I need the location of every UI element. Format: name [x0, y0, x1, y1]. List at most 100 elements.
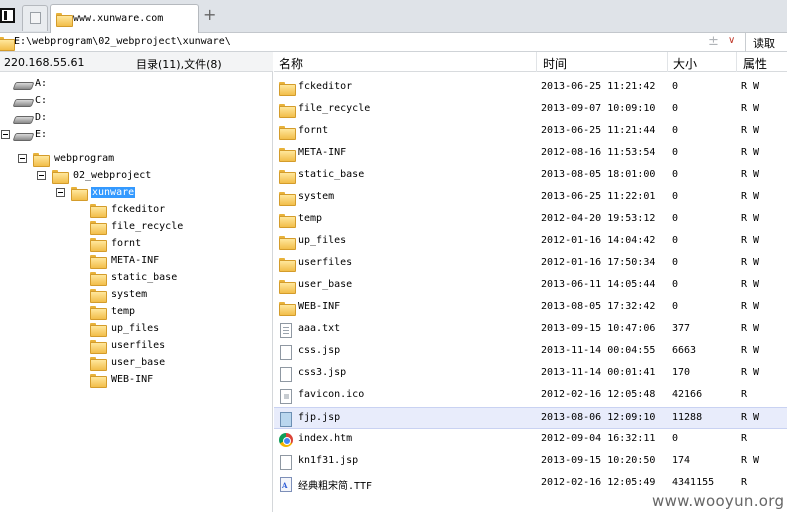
file-row[interactable]: css3.jsp 2013-11-14 00:01:41 170 R W: [274, 363, 787, 385]
tree-folder[interactable]: user_base: [0, 355, 272, 371]
folder-icon: [90, 221, 107, 235]
file-row[interactable]: fornt 2013-06-25 11:21:44 0 R W: [274, 121, 787, 143]
file-name: fornt: [298, 125, 329, 136]
new-tab-button[interactable]: +: [203, 7, 216, 23]
tree-item-label: webprogram: [54, 153, 115, 164]
column-divider[interactable]: [736, 52, 737, 72]
tree-item-label: fckeditor: [111, 204, 166, 215]
file-attributes: R W: [741, 147, 760, 158]
file-icon-slot: [279, 433, 294, 447]
file-row[interactable]: userfiles 2012-01-16 17:50:34 0 R W: [274, 253, 787, 275]
tree-folder[interactable]: system: [0, 287, 272, 303]
tree-folder[interactable]: xunware: [0, 185, 272, 201]
read-button[interactable]: 读取: [753, 35, 775, 51]
address-dropdown-icon[interactable]: ∨: [728, 35, 735, 46]
drive-icon: [14, 131, 31, 140]
tree-folder[interactable]: up_files: [0, 321, 272, 337]
folder-icon: [90, 255, 107, 269]
address-input[interactable]: E:\webprogram\02_webproject\xunware\: [14, 36, 231, 47]
file-list-header: 名称 时间 大小 属性: [274, 52, 787, 72]
file-row[interactable]: user_base 2013-06-11 14:05:44 0 R W: [274, 275, 787, 297]
file-size: 6663: [672, 345, 697, 356]
file-icon-slot: [279, 214, 296, 228]
file-row[interactable]: temp 2012-04-20 19:53:12 0 R W: [274, 209, 787, 231]
file-icon-slot: [279, 455, 294, 470]
tree-drive[interactable]: D:: [0, 110, 272, 126]
file-time: 2013-09-07 10:09:10: [541, 103, 656, 114]
file-icon: [280, 367, 292, 382]
file-size: 0: [672, 213, 679, 224]
folder-icon: [279, 280, 296, 294]
address-expand-icon[interactable]: ±: [708, 34, 719, 49]
tree-folder[interactable]: fckeditor: [0, 202, 272, 218]
tree-folder[interactable]: META-INF: [0, 253, 272, 269]
column-header-time[interactable]: 时间: [543, 55, 567, 72]
directory-tree-pane: 220.168.55.61 目录(11),文件(8) A: C: D: E: webpr…: [0, 52, 273, 512]
tree-drive[interactable]: A:: [0, 76, 272, 92]
tree-item-label: up_files: [111, 323, 160, 334]
column-header-attr[interactable]: 属性: [743, 55, 767, 72]
file-attributes: R W: [741, 103, 760, 114]
file-size: 0: [672, 191, 679, 202]
tree-folder[interactable]: userfiles: [0, 338, 272, 354]
file-icon-slot: [279, 104, 296, 118]
file-row[interactable]: system 2013-06-25 11:22:01 0 R W: [274, 187, 787, 209]
file-row[interactable]: META-INF 2012-08-16 11:53:54 0 R W: [274, 143, 787, 165]
drive-icon: [14, 97, 31, 106]
file-size: 0: [672, 103, 679, 114]
file-attributes: R W: [741, 191, 760, 202]
blank-tab[interactable]: [22, 5, 48, 31]
file-row[interactable]: aaa.txt 2013-09-15 10:47:06 377 R W: [274, 319, 787, 341]
address-divider: [745, 33, 746, 52]
tree-item-label: A:: [35, 78, 48, 89]
file-time: 2013-06-25 11:22:01: [541, 191, 656, 202]
file-name: favicon.ico: [298, 389, 365, 400]
collapse-icon[interactable]: [18, 154, 27, 163]
file-row[interactable]: fckeditor 2013-06-25 11:21:42 0 R W: [274, 77, 787, 99]
file-attributes: R: [741, 389, 748, 400]
tab-active[interactable]: www.xunware.com: [50, 4, 199, 34]
column-header-name[interactable]: 名称: [279, 55, 303, 72]
file-row[interactable]: kn1f31.jsp 2013-09-15 10:20:50 174 R W: [274, 451, 787, 473]
file-time: 2012-08-16 11:53:54: [541, 147, 656, 158]
tree-drive[interactable]: E:: [0, 127, 272, 143]
tree-drive[interactable]: C:: [0, 93, 272, 109]
file-row[interactable]: index.htm 2012-09-04 16:32:11 0 R: [274, 429, 787, 451]
folder-icon: [90, 323, 107, 337]
file-row[interactable]: fjp.jsp 2013-08-06 12:09:10 11288 R W: [274, 407, 787, 429]
tree-folder[interactable]: fornt: [0, 236, 272, 252]
file-size: 174: [672, 455, 691, 466]
collapse-icon[interactable]: [37, 171, 46, 180]
file-icon-slot: [279, 258, 296, 272]
tree-folder[interactable]: file_recycle: [0, 219, 272, 235]
file-row[interactable]: up_files 2012-01-16 14:04:42 0 R W: [274, 231, 787, 253]
file-attributes: R W: [741, 279, 760, 290]
column-divider[interactable]: [536, 52, 537, 72]
file-row[interactable]: WEB-INF 2013-08-05 17:32:42 0 R W: [274, 297, 787, 319]
tree-folder[interactable]: WEB-INF: [0, 372, 272, 388]
file-row[interactable]: favicon.ico 2012-02-16 12:05:48 42166 R: [274, 385, 787, 407]
file-size: 170: [672, 367, 691, 378]
column-header-size[interactable]: 大小: [673, 55, 697, 72]
file-time: 2012-02-16 12:05:49: [541, 477, 656, 488]
file-attributes: R W: [741, 213, 760, 224]
file-icon-slot: [279, 148, 296, 162]
file-attributes: R W: [741, 81, 760, 92]
tree-folder[interactable]: static_base: [0, 270, 272, 286]
file-row[interactable]: file_recycle 2013-09-07 10:09:10 0 R W: [274, 99, 787, 121]
file-row[interactable]: static_base 2013-08-05 18:01:00 0 R W: [274, 165, 787, 187]
column-divider[interactable]: [667, 52, 668, 72]
collapse-icon[interactable]: [1, 130, 10, 139]
file-size: 0: [672, 81, 679, 92]
tree-folder[interactable]: 02_webproject: [0, 168, 272, 184]
tree-folder[interactable]: temp: [0, 304, 272, 320]
folder-icon: [279, 170, 296, 184]
sidebar-toggle-icon[interactable]: [0, 8, 15, 23]
text-file-icon: [280, 323, 292, 338]
font-file-icon: [280, 477, 292, 492]
file-time: 2013-11-14 00:01:41: [541, 367, 656, 378]
file-name: userfiles: [298, 257, 353, 268]
collapse-icon[interactable]: [56, 188, 65, 197]
file-row[interactable]: css.jsp 2013-11-14 00:04:55 6663 R W: [274, 341, 787, 363]
tree-folder[interactable]: webprogram: [0, 151, 272, 167]
